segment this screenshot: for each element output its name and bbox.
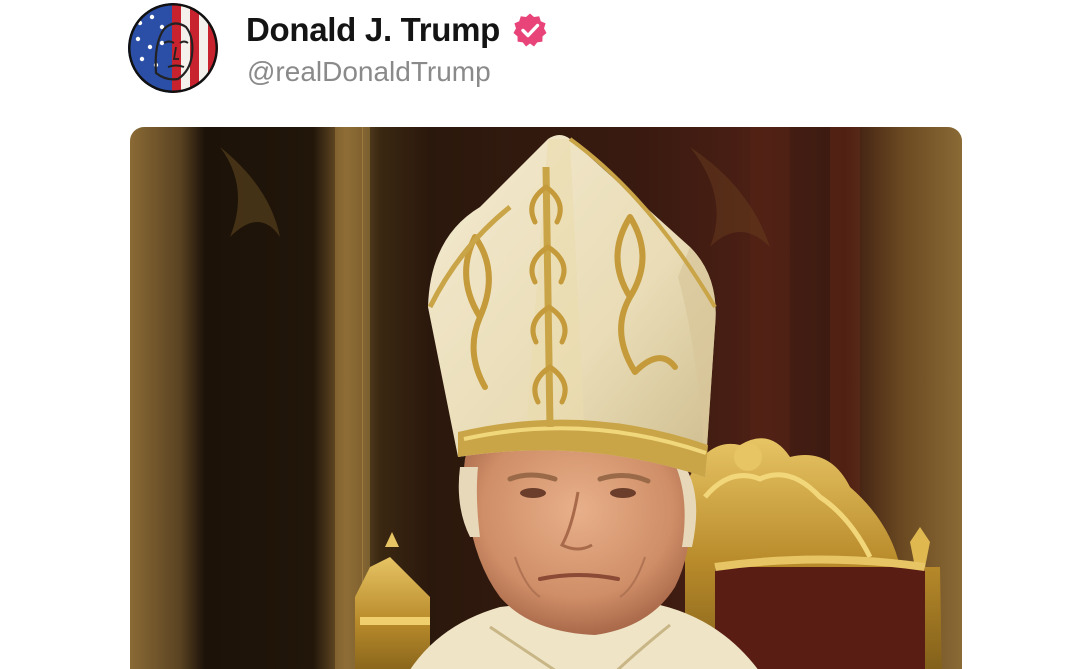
post-image[interactable] <box>130 127 962 669</box>
author-name-row: Donald J. Trump <box>246 8 548 52</box>
author-display-name[interactable]: Donald J. Trump <box>246 11 500 49</box>
author-handle[interactable]: @realDonaldTrump <box>247 56 491 88</box>
post-header: Donald J. Trump @realDonaldTrump <box>0 0 1089 120</box>
verified-badge-icon <box>512 12 548 48</box>
pope-portrait-image <box>130 127 962 669</box>
author-avatar[interactable] <box>128 3 218 93</box>
american-flag-face-icon <box>128 3 218 93</box>
post-card: Donald J. Trump @realDonaldTrump <box>0 0 1089 669</box>
